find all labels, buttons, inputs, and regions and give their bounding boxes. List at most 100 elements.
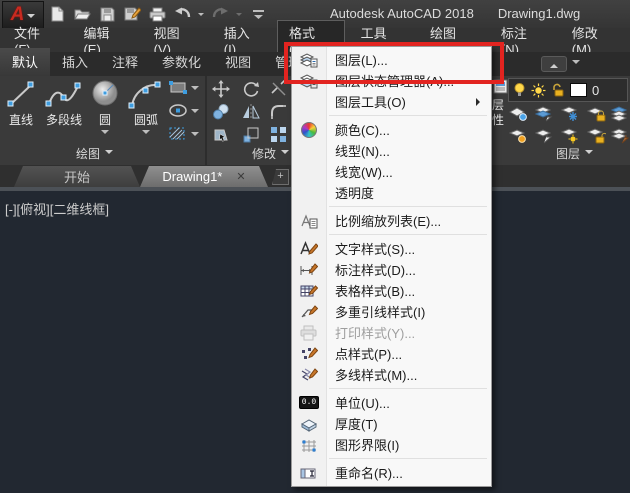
close-tab-icon[interactable]: ✕ xyxy=(236,170,245,183)
arc-icon xyxy=(128,81,161,109)
ribbon-tab-parametric[interactable]: 参数化 xyxy=(150,48,213,76)
menu-item-mleader-style[interactable]: 多重引线样式(I) xyxy=(292,301,491,322)
new-drawing-tab-button[interactable]: + xyxy=(272,169,289,185)
menu-item-multiline-style[interactable]: 多线样式(M)... xyxy=(292,364,491,385)
layer-freeze-sun-icon xyxy=(531,83,546,97)
viewport-controls[interactable]: [-][俯视][二维线框] xyxy=(5,199,109,218)
layer-isolate-tool[interactable] xyxy=(508,106,528,122)
menu-item-linetype[interactable]: 线型(N)... xyxy=(292,140,491,161)
layer-lock-tool[interactable] xyxy=(586,106,606,122)
layer-on-off-tool[interactable] xyxy=(508,128,528,144)
ellipse-dropdown-caret[interactable] xyxy=(191,108,199,117)
menu-item-text-style[interactable]: 文字样式(S)... xyxy=(292,238,491,259)
layers-icon xyxy=(292,52,326,68)
trim-icon xyxy=(271,80,287,96)
menu-item-plot-style: 打印样式(Y)... xyxy=(292,322,491,343)
menu-item-layer-states[interactable]: 图层状态管理器(A)... xyxy=(292,70,491,91)
units-icon: 0.0 xyxy=(292,396,326,409)
circle-tool[interactable]: 圆 xyxy=(88,78,122,138)
fillet-tool[interactable] xyxy=(268,102,290,122)
menu-item-layer-tools[interactable]: 图层工具(O) xyxy=(292,91,491,112)
mleader-style-icon xyxy=(292,304,326,320)
rectangle-dropdown-caret[interactable] xyxy=(191,85,199,94)
mirror-tool[interactable] xyxy=(240,102,262,122)
redo-dropdown-caret[interactable] xyxy=(236,13,242,19)
modify-panel-label[interactable]: 修改 xyxy=(252,145,290,162)
format-menu: 图层(L)... 图层状态管理器(A)... 图层工具(O) 颜色(C)... … xyxy=(291,46,492,487)
plot-style-icon xyxy=(292,325,326,341)
menu-item-point-style[interactable]: 点样式(P)... xyxy=(292,343,491,364)
scale-tool[interactable] xyxy=(240,125,262,145)
layer-thaw-tool[interactable] xyxy=(534,128,554,144)
menu-item-drawing-limits[interactable]: 图形界限(I) xyxy=(292,434,491,455)
dimension-style-icon xyxy=(292,262,326,278)
layer-sun-tool[interactable] xyxy=(560,128,580,144)
layer-unisolate-tool[interactable] xyxy=(534,106,554,122)
start-tab[interactable]: 开始 xyxy=(14,166,140,187)
menu-item-thickness[interactable]: 厚度(T) xyxy=(292,413,491,434)
redo-arrow-icon xyxy=(212,7,228,18)
trim-tool[interactable] xyxy=(268,79,290,99)
layers-panel-label[interactable]: 图层 xyxy=(556,145,594,162)
menu-item-rename[interactable]: 重命名(R)... xyxy=(292,462,491,483)
arc-tool[interactable]: 圆弧 xyxy=(126,78,166,138)
document-title-text: Drawing1.dwg xyxy=(497,6,581,21)
undo-dropdown-caret[interactable] xyxy=(198,13,204,19)
line-label: 直线 xyxy=(8,113,33,127)
layer-unlock-icon xyxy=(553,83,564,96)
line-tool[interactable]: 直线 xyxy=(4,78,38,128)
polyline-label: 多段线 xyxy=(45,113,82,127)
menu-item-table-style[interactable]: 表格样式(B)... xyxy=(292,280,491,301)
copy-icon xyxy=(213,104,229,120)
multiline-style-icon xyxy=(292,367,326,383)
rotate-tool[interactable] xyxy=(240,79,262,99)
panel-expand-icon xyxy=(281,149,290,158)
current-layer-name: 0 xyxy=(592,82,600,98)
ribbon-tab-view[interactable]: 视图 xyxy=(213,48,263,76)
layer-dropdown[interactable]: 0 xyxy=(508,78,628,102)
panel-separator xyxy=(205,76,207,165)
array-tool[interactable] xyxy=(268,125,290,145)
ribbon-tab-annotate[interactable]: 注释 xyxy=(100,48,150,76)
polyline-icon xyxy=(45,82,81,107)
menu-item-dimension-style[interactable]: 标注样式(D)... xyxy=(292,259,491,280)
menu-item-layer[interactable]: 图层(L)... xyxy=(292,49,491,70)
ribbon-minimize-button[interactable] xyxy=(541,56,568,72)
app-title-text: Autodesk AutoCAD 2018 xyxy=(330,6,474,21)
drawing1-tab[interactable]: Drawing1* ✕ xyxy=(140,166,268,187)
customize-caret-icon xyxy=(252,9,264,19)
arc-dropdown-caret[interactable] xyxy=(142,130,150,138)
menu-item-lineweight[interactable]: 线宽(W)... xyxy=(292,161,491,182)
copy-tool[interactable] xyxy=(210,102,232,122)
draw-panel-label[interactable]: 绘图 xyxy=(76,145,114,162)
hatch-tool[interactable] xyxy=(168,126,199,141)
menu-item-transparency[interactable]: 透明度 xyxy=(292,182,491,203)
layer-change-tool[interactable] xyxy=(610,128,630,144)
layer-unlock-tool[interactable] xyxy=(586,128,607,144)
ribbon-tab-home[interactable]: 默认 xyxy=(0,48,51,76)
ellipse-tool[interactable] xyxy=(168,103,199,118)
menu-item-units[interactable]: 0.0 单位(U)... xyxy=(292,392,491,413)
move-tool[interactable] xyxy=(210,79,232,99)
array-icon xyxy=(271,127,286,142)
polyline-tool[interactable]: 多段线 xyxy=(44,78,84,128)
ribbon-tab-insert[interactable]: 插入 xyxy=(50,48,100,76)
menu-item-color[interactable]: 颜色(C)... xyxy=(292,119,491,140)
layer-properties-label-2: 性 xyxy=(492,113,505,127)
scale-icon xyxy=(243,127,259,143)
rectangle-tool[interactable] xyxy=(168,80,199,95)
undo-arrow-icon xyxy=(174,7,190,18)
menu-item-scale-list[interactable]: 比例缩放列表(E)... xyxy=(292,210,491,231)
layer-match-tool[interactable] xyxy=(610,106,630,122)
move-icon xyxy=(212,80,230,98)
ellipse-icon xyxy=(169,104,187,117)
mirror-icon xyxy=(243,104,260,120)
circle-icon xyxy=(92,80,118,106)
submenu-arrow-icon xyxy=(476,97,484,106)
hatch-dropdown-caret[interactable] xyxy=(191,131,199,140)
layer-freeze-tool[interactable] xyxy=(560,106,580,122)
circle-dropdown-caret[interactable] xyxy=(101,130,109,138)
stretch-tool[interactable] xyxy=(210,125,232,145)
ribbon-minimize-caret[interactable] xyxy=(572,60,581,68)
autocad-window: A Autodesk AutoCAD 2018 Drawing1.dwg 文件 … xyxy=(0,0,630,493)
